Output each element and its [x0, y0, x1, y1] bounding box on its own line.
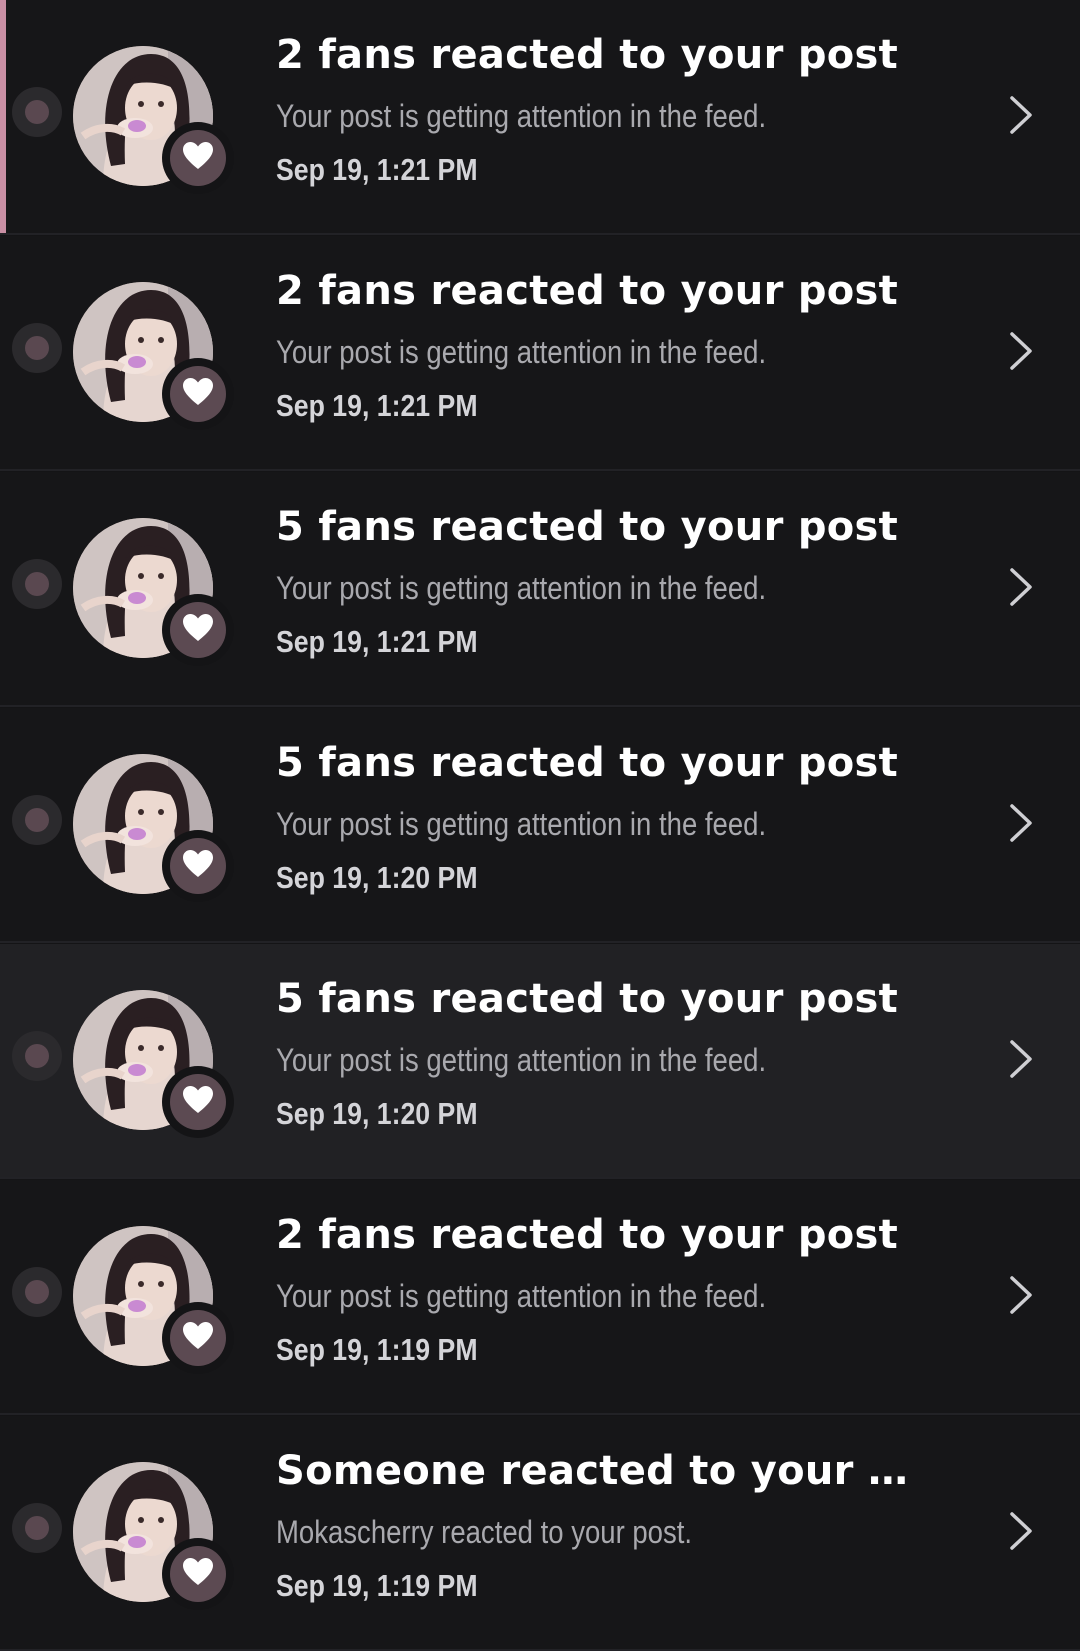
chevron-right-icon[interactable]	[1000, 1270, 1040, 1320]
notification-title: 2 fans reacted to your post	[276, 268, 899, 314]
notification-timestamp: Sep 19, 1:21 PM	[276, 388, 478, 423]
reaction-badge	[162, 830, 234, 902]
notification-subtitle: Your post is getting attention in the fe…	[276, 570, 767, 606]
notification-subtitle: Your post is getting attention in the fe…	[276, 98, 767, 134]
notification-subtitle: Mokascherry reacted to your post.	[276, 1514, 693, 1550]
notification-row[interactable]: 2 fans reacted to your post Your post is…	[0, 236, 1080, 471]
reaction-badge	[162, 1302, 234, 1374]
notification-list: 2 fans reacted to your post Your post is…	[0, 0, 1080, 1651]
notification-row[interactable]: 5 fans reacted to your post Your post is…	[0, 472, 1080, 707]
notification-timestamp: Sep 19, 1:19 PM	[276, 1568, 478, 1603]
reaction-badge	[162, 358, 234, 430]
notification-subtitle: Your post is getting attention in the fe…	[276, 1042, 767, 1078]
notification-title: 5 fans reacted to your post	[276, 740, 899, 786]
notification-row[interactable]: 2 fans reacted to your post Your post is…	[0, 1180, 1080, 1415]
heart-icon	[182, 849, 214, 883]
reaction-badge	[162, 122, 234, 194]
reaction-badge	[162, 594, 234, 666]
notification-row[interactable]: 2 fans reacted to your post Your post is…	[0, 0, 1080, 235]
chevron-right-icon[interactable]	[1000, 1034, 1040, 1084]
notification-subtitle: Your post is getting attention in the fe…	[276, 806, 767, 842]
unread-dot-icon	[12, 1031, 62, 1081]
notification-timestamp: Sep 19, 1:20 PM	[276, 860, 478, 895]
heart-icon	[182, 1085, 214, 1119]
notification-row[interactable]: Someone reacted to your p... Mokascherry…	[0, 1416, 1080, 1651]
notification-timestamp: Sep 19, 1:20 PM	[276, 1096, 478, 1131]
reaction-badge	[162, 1538, 234, 1610]
notification-title: 2 fans reacted to your post	[276, 32, 899, 78]
reaction-badge	[162, 1066, 234, 1138]
unread-dot-icon	[12, 1267, 62, 1317]
heart-icon	[182, 1557, 214, 1591]
chevron-right-icon[interactable]	[1000, 1506, 1040, 1556]
chevron-right-icon[interactable]	[1000, 798, 1040, 848]
heart-icon	[182, 377, 214, 411]
unread-dot-icon	[12, 559, 62, 609]
notification-row[interactable]: 5 fans reacted to your post Your post is…	[0, 708, 1080, 943]
notification-title: Someone reacted to your p...	[276, 1448, 926, 1494]
heart-icon	[182, 141, 214, 175]
unread-dot-icon	[12, 1503, 62, 1553]
unread-dot-icon	[12, 87, 62, 137]
notification-subtitle: Your post is getting attention in the fe…	[276, 334, 767, 370]
unread-dot-icon	[12, 323, 62, 373]
chevron-right-icon[interactable]	[1000, 90, 1040, 140]
notification-title: 2 fans reacted to your post	[276, 1212, 899, 1258]
heart-icon	[182, 1321, 214, 1355]
notification-timestamp: Sep 19, 1:19 PM	[276, 1332, 478, 1367]
chevron-right-icon[interactable]	[1000, 562, 1040, 612]
notification-subtitle: Your post is getting attention in the fe…	[276, 1278, 767, 1314]
notification-timestamp: Sep 19, 1:21 PM	[276, 624, 478, 659]
notification-row[interactable]: 5 fans reacted to your post Your post is…	[0, 944, 1080, 1179]
notification-title: 5 fans reacted to your post	[276, 976, 899, 1022]
notification-title: 5 fans reacted to your post	[276, 504, 899, 550]
notification-timestamp: Sep 19, 1:21 PM	[276, 152, 478, 187]
unread-dot-icon	[12, 795, 62, 845]
chevron-right-icon[interactable]	[1000, 326, 1040, 376]
heart-icon	[182, 613, 214, 647]
